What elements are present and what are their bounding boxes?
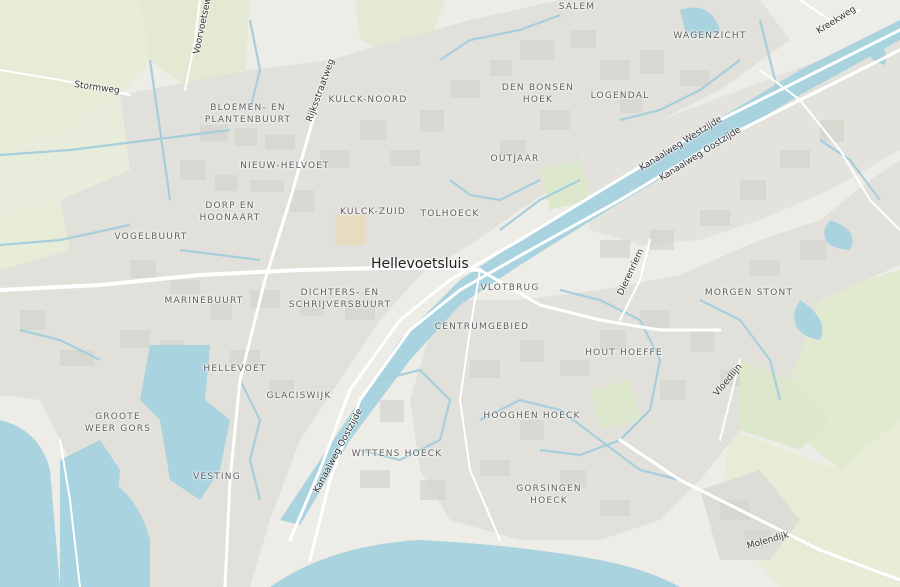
label-line: WAGENZICHT — [673, 31, 747, 41]
label-line: MORGEN STONT — [704, 288, 794, 298]
label-line: DICHTERS- EN — [300, 288, 380, 298]
label-line: DEN BONSEN — [501, 83, 575, 93]
neighborhood-label-gorsingen-hoeck: GORSINGEN HOECK — [504, 483, 594, 507]
label-line: NIEUW-HELVOET — [240, 161, 330, 171]
label-line: GLACISWIJK — [266, 391, 332, 401]
label-line: OUTJAAR — [490, 154, 540, 164]
neighborhood-label-vogelbuurt: VOGELBUURT — [104, 231, 198, 243]
label-line: GROOTE — [95, 412, 141, 422]
label-line: LOGENDAL — [590, 91, 650, 101]
neighborhood-label-vesting: VESTING — [182, 471, 252, 483]
neighborhood-label-wittens-hoeck: WITTENS HOECK — [342, 448, 452, 460]
neighborhood-label-tolhoeck: TOLHOECK — [412, 208, 488, 220]
label-line: HOUT HOEFFE — [585, 348, 663, 358]
neighborhood-label-den-bonsen-hoek: DEN BONSEN HOEK — [488, 82, 588, 106]
neighborhood-label-wagenzicht: WAGENZICHT — [660, 30, 760, 42]
map-canvas[interactable]: Hellevoetsluis SALEM WAGENZICHT DEN BONS… — [0, 0, 900, 587]
neighborhood-label-morgen-stont: MORGEN STONT — [696, 287, 802, 299]
label-line: VLOTBRUG — [480, 283, 540, 293]
label-line: HOECK — [530, 496, 568, 506]
label-line: GORSINGEN — [516, 484, 582, 494]
neighborhood-label-hooghen-hoeck: HOOGHEN HOECK — [474, 410, 590, 422]
label-line: KULCK-ZUID — [339, 207, 407, 217]
label-line: HOEK — [522, 95, 554, 105]
neighborhood-label-dichters-en-schrijversbuurt: DICHTERS- EN SCHRIJVERSBUURT — [282, 287, 398, 311]
label-line: CENTRUMGEBIED — [434, 322, 530, 332]
label-line: VOGELBUURT — [114, 232, 188, 242]
label-line: HOOGHEN HOECK — [483, 411, 581, 421]
neighborhood-label-logendal: LOGENDAL — [578, 90, 662, 102]
label-line: WITTENS HOECK — [351, 449, 443, 459]
label-line: SCHRIJVERSBUURT — [288, 300, 392, 310]
neighborhood-label-glaciswijk: GLACISWIJK — [254, 390, 344, 402]
city-label: Hellevoetsluis — [371, 256, 469, 272]
label-line: VESTING — [193, 472, 241, 482]
neighborhood-label-marinebuurt: MARINEBUURT — [154, 295, 254, 307]
neighborhood-label-bloemen-en-plantenbuurt: BLOEMEN- EN PLANTENBUURT — [188, 102, 308, 126]
neighborhood-label-kulck-zuid: KULCK-ZUID — [330, 206, 416, 218]
neighborhood-label-hellevoet: HELLEVOET — [192, 363, 278, 375]
label-line: BLOEMEN- EN — [210, 103, 286, 113]
label-line: DORP EN — [205, 201, 255, 211]
label-line: HOONAART — [199, 213, 261, 223]
neighborhood-label-salem: SALEM — [544, 1, 610, 13]
label-line: WEER GORS — [84, 424, 152, 434]
neighborhood-label-outjaar: OUTJAAR — [478, 153, 552, 165]
neighborhood-label-groote-weer-gors: GROOTE WEER GORS — [76, 411, 160, 435]
neighborhood-label-vlotbrug: VLOTBRUG — [472, 282, 548, 294]
neighborhood-label-centrumgebied: CENTRUMGEBIED — [426, 321, 538, 333]
neighborhood-label-nieuw-helvoet: NIEUW-HELVOET — [228, 160, 342, 172]
label-line: PLANTENBUURT — [204, 115, 292, 125]
label-line: HELLEVOET — [203, 364, 267, 374]
label-line: SALEM — [558, 2, 596, 12]
label-line: KULCK-NOORD — [328, 95, 408, 105]
label-line: MARINEBUURT — [164, 296, 244, 306]
neighborhood-label-dorp-en-hoonaart: DORP EN HOONAART — [188, 200, 272, 224]
label-line: TOLHOECK — [420, 209, 480, 219]
neighborhood-label-kulck-noord: KULCK-NOORD — [318, 94, 418, 106]
neighborhood-label-hout-hoeffe: HOUT HOEFFE — [576, 347, 672, 359]
